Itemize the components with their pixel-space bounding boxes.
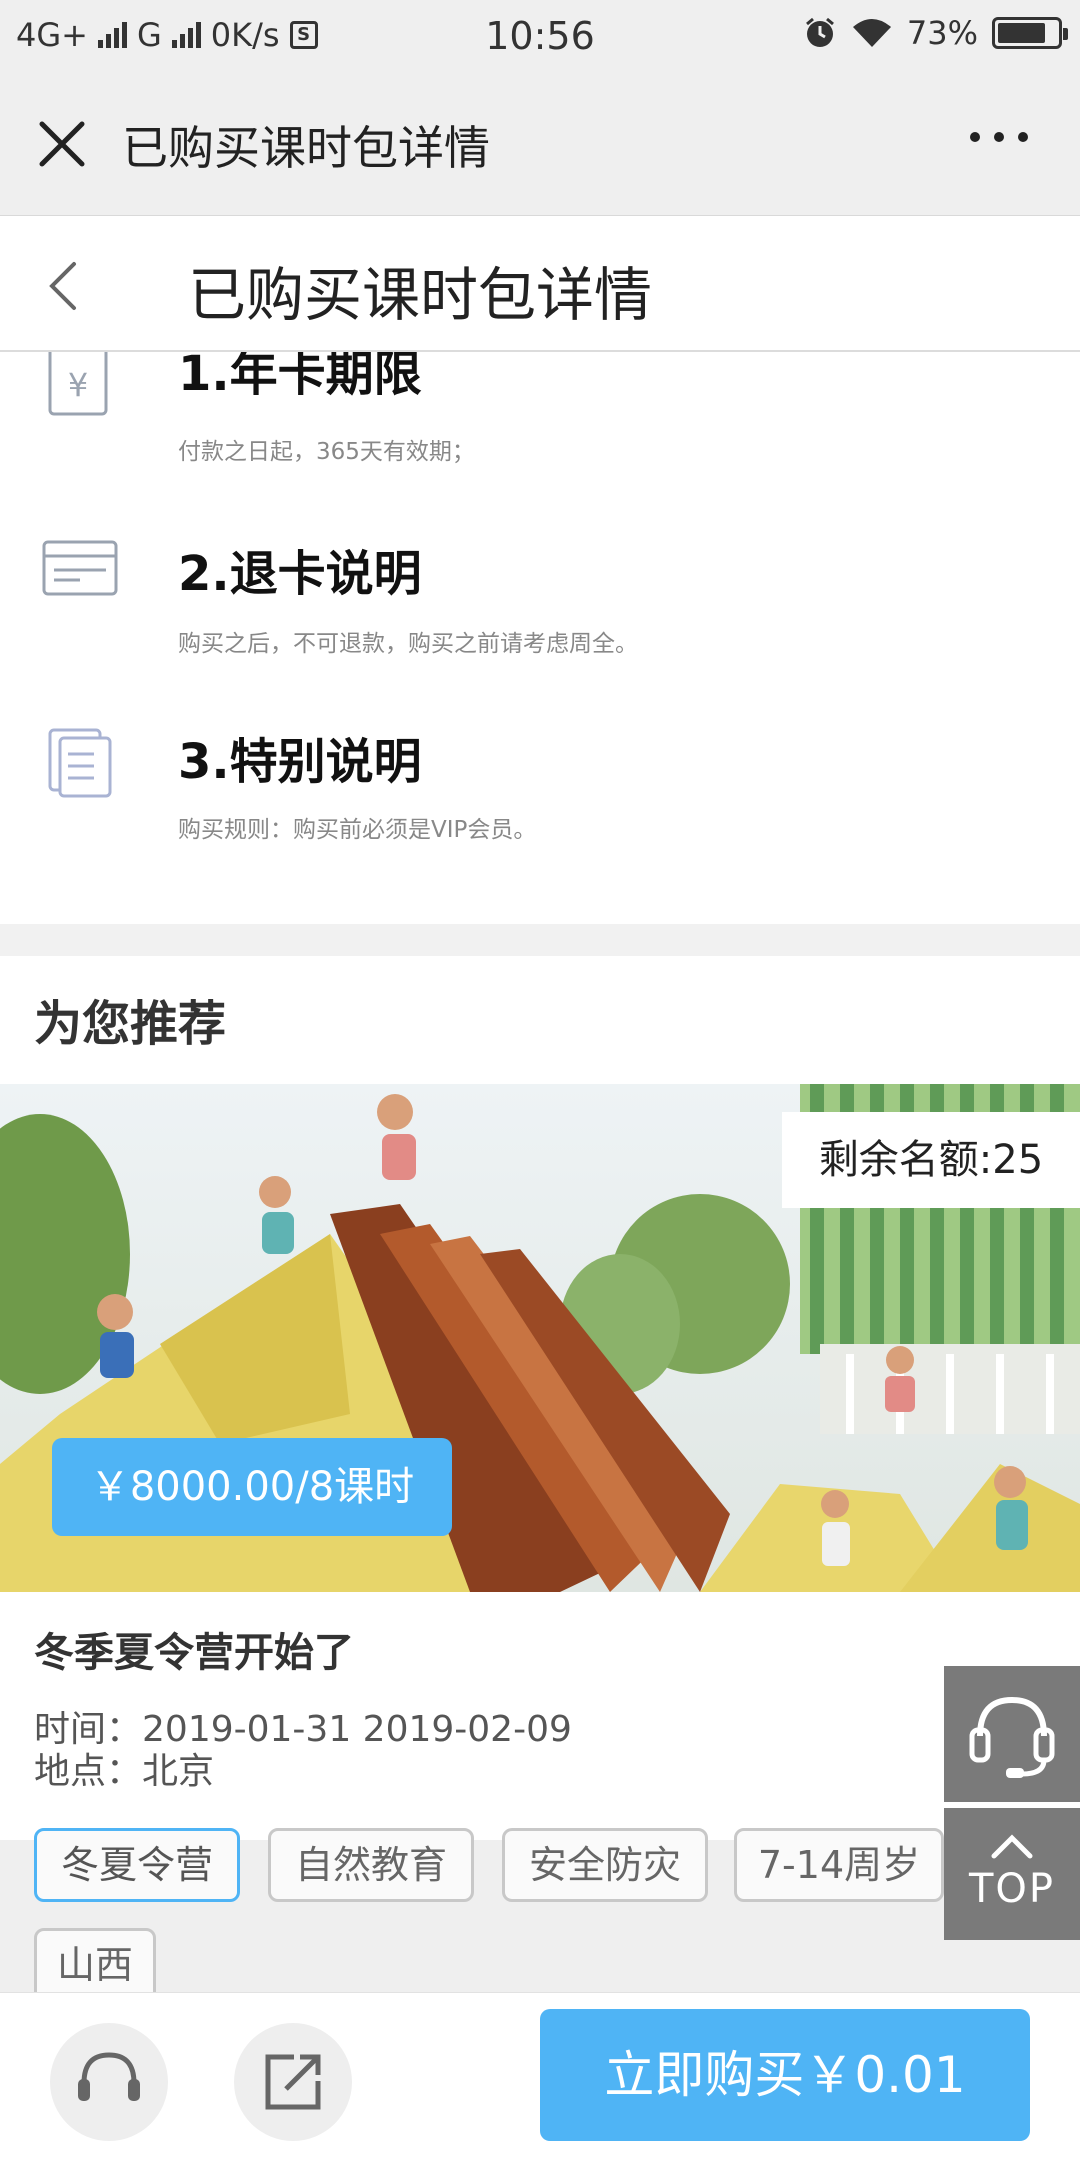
tag-chip[interactable]: 自然教育: [268, 1828, 474, 1902]
tag-chip[interactable]: 7-14周岁: [734, 1828, 944, 1902]
place-label: 地点：: [34, 1751, 143, 1792]
customer-service-float-button[interactable]: [944, 1666, 1080, 1802]
wifi-icon: [852, 19, 891, 47]
page-title: 已购买课时包详情: [188, 261, 653, 329]
recommend-title: 为您推荐: [34, 996, 227, 1052]
tag-chip[interactable]: 冬夏令营: [34, 1828, 240, 1902]
document-icon: [48, 728, 112, 798]
event-title[interactable]: 冬季夏令营开始了: [34, 1620, 354, 1678]
back-arrow-icon[interactable]: [40, 258, 90, 314]
note-title: 1.年卡期限: [178, 352, 422, 402]
yen-tag-icon: ¥: [48, 352, 108, 416]
tag-chip[interactable]: 山西: [34, 1928, 156, 1992]
tags-list: 冬夏令营 自然教育 安全防灾 7-14周岁 山西: [0, 1828, 1080, 1992]
page-header: 已购买课时包详情: [0, 216, 1080, 352]
card-icon: [42, 540, 118, 596]
more-icon[interactable]: [970, 132, 1028, 142]
bottom-action-bar: 立即购买￥0.01: [0, 1992, 1080, 2160]
top-label: TOP: [968, 1866, 1056, 1912]
wechat-title: 已购买课时包详情: [122, 121, 490, 175]
note-desc: 付款之日起，365天有效期；: [178, 439, 475, 465]
share-external-icon: [265, 2054, 321, 2110]
status-bar: 4G+ G 0K/s S 10:56 73%: [0, 0, 1080, 72]
tag-chip[interactable]: 安全防灾: [502, 1828, 708, 1902]
status-right: 73%: [803, 14, 1068, 52]
headset-icon: [78, 2052, 140, 2101]
note-title: 3.特别说明: [178, 734, 422, 790]
close-icon[interactable]: [34, 116, 90, 172]
price-badge: ￥8000.00/8课时: [52, 1438, 452, 1536]
buy-now-button[interactable]: 立即购买￥0.01: [540, 2009, 1030, 2141]
customer-service-button[interactable]: [50, 2023, 168, 2141]
svg-text:¥: ¥: [68, 366, 88, 404]
notes-card: ¥ 1.年卡期限 付款之日起，365天有效期； 2.退卡说明 购买之后，不可退款…: [0, 352, 1080, 924]
alarm-icon: [805, 17, 834, 47]
recommend-section: 为您推荐 剩余名额:25 ￥8000.00/8课时 冬季夏令营开始了 时间：20…: [0, 956, 1080, 1992]
place-value: 北京: [142, 1751, 215, 1792]
note-title: 2.退卡说明: [178, 546, 422, 602]
event-place: 地点：北京: [34, 1742, 214, 1794]
content-area[interactable]: ¥ 1.年卡期限 付款之日起，365天有效期； 2.退卡说明 购买之后，不可退款…: [0, 352, 1080, 1992]
battery-icon: [992, 17, 1068, 49]
battery-percent: 73%: [906, 14, 978, 52]
headset-icon: [969, 1696, 1055, 1778]
back-to-top-button[interactable]: TOP: [944, 1808, 1080, 1940]
note-desc: 购买之后，不可退款，购买之前请考虑周全。: [178, 631, 638, 657]
note-desc: 购买规则：购买前必须是VIP会员。: [178, 817, 537, 843]
wechat-header: 已购买课时包详情: [0, 72, 1080, 216]
event-image[interactable]: 剩余名额:25 ￥8000.00/8课时: [0, 1084, 1080, 1592]
share-button[interactable]: [234, 2023, 352, 2141]
remaining-quota-badge: 剩余名额:25: [782, 1112, 1080, 1208]
